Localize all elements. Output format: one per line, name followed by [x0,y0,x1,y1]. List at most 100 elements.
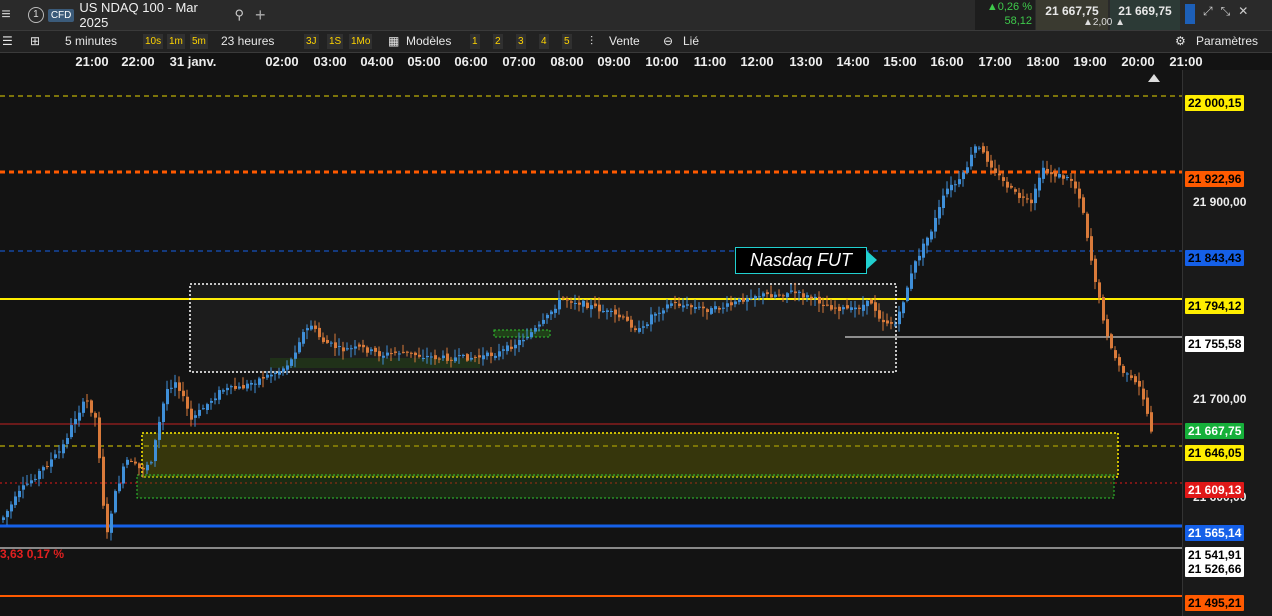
price-label: 21 700,00 [1193,392,1247,406]
time-tick: 19:00 [1073,54,1107,69]
candle-body [434,355,437,360]
candle-body [246,383,249,389]
layout-1[interactable]: 1 [470,34,480,49]
candle-body [710,308,713,314]
time-tick: 13:00 [789,54,823,69]
candle-body [594,303,597,307]
quick-10s[interactable]: 10s [143,34,164,49]
candle-body [446,353,449,361]
candle-body [370,349,373,352]
expand-icon[interactable]: ⤢ [1203,4,1213,24]
candle-body [806,295,809,298]
candle-body [786,293,789,298]
zone-box [141,432,1119,478]
candle-body [342,347,345,352]
candle-body [582,300,585,307]
chart-canvas[interactable] [0,70,1182,616]
link-icon[interactable]: ⊖ [663,33,673,50]
candle-body [502,349,505,351]
candle-body [538,324,541,327]
menu-icon[interactable]: ≡ [0,5,12,25]
collapse-icon[interactable]: ⤡ [1221,4,1231,24]
candle-body [198,409,201,416]
layout-3[interactable]: 3 [516,34,526,49]
settings-button[interactable]: Paramètres [1196,33,1258,50]
candle-body [606,310,609,312]
chart-annotation[interactable]: Nasdaq FUT [735,247,877,274]
time-tick: 07:00 [502,54,536,69]
candle-body [106,503,109,533]
candle-body [182,390,185,397]
candle-body [762,293,765,297]
quick-1m[interactable]: 1m [167,34,185,49]
models-button[interactable]: Modèles [406,33,451,50]
candle-body [1150,412,1153,432]
change-abs: 58,12 [1004,15,1032,27]
toolbar-menu-icon[interactable]: ☰ [2,33,13,50]
candle-body [26,483,29,485]
candle-body [302,332,305,344]
candle-body [1078,188,1081,199]
candles-icon[interactable]: ⫶ [590,33,593,50]
left-partial-label: 3,63 0,17 % [0,547,65,561]
candle-body [834,307,837,309]
interval-select[interactable]: 5 minutes [65,33,117,50]
candle-body [2,517,5,520]
candle-body [626,316,629,321]
candle-body [1110,334,1113,349]
range-select[interactable]: 23 heures [221,33,274,50]
candle-body [778,294,781,296]
quick-1mo[interactable]: 1Mo [349,34,373,49]
settings-icon[interactable]: ⚙ [1175,33,1186,50]
candle-body [1010,185,1013,188]
linked-button[interactable]: Lié [683,33,699,50]
candle-body [46,466,49,468]
candle-body [990,160,993,168]
candle-body [38,470,41,480]
quick-3j[interactable]: 3J [304,34,319,49]
price-axis[interactable]: 22 000,15 21 922,96 21 900,00 21 843,43 21 7… [1182,70,1272,616]
layout-icon[interactable]: ⊞ [30,33,40,50]
color-tag-icon[interactable] [1185,4,1195,24]
price-label: 21 646,05 [1185,445,1245,461]
time-tick: 08:00 [550,54,584,69]
candle-body [614,309,617,315]
add-tab-icon[interactable]: + [255,3,266,27]
close-icon[interactable]: ✕ [1238,4,1248,24]
time-tick: 02:00 [265,54,299,69]
layout-2[interactable]: 2 [493,34,503,49]
candle-body [442,355,445,359]
candle-body [746,298,749,302]
quick-5m[interactable]: 5m [190,34,208,49]
candle-body [774,294,777,298]
instrument-tab[interactable]: 1 CFD US NDAQ 100 - Mar 2025 ⚲ [24,0,244,30]
candle-body [486,352,489,357]
candle-body [854,307,857,310]
candle-body [950,184,953,191]
candle-body [1022,196,1025,198]
candle-body [306,328,309,331]
candle-body [1126,373,1129,375]
candle-body [310,325,313,330]
candle-body [770,294,773,298]
candle-body [214,398,217,401]
candle-body [602,311,605,313]
candle-body [206,404,209,411]
price-chart[interactable]: Nasdaq FUT 3,63 0,17 % [0,70,1182,616]
candle-body [358,344,361,347]
layout-5[interactable]: 5 [562,34,572,49]
candle-body [42,467,45,471]
search-icon[interactable]: ⚲ [234,7,244,23]
price-label: 21 755,58 [1185,336,1245,352]
candle-body [826,304,829,306]
candle-body [866,300,869,307]
candle-body [262,377,265,379]
quick-1s[interactable]: 1S [327,34,344,49]
layout-4[interactable]: 4 [539,34,549,49]
models-icon[interactable]: ▦ [388,33,399,50]
candle-body [322,337,325,342]
candle-body [494,355,497,358]
sell-button[interactable]: Vente [609,33,640,50]
tab-number: 1 [28,7,44,23]
candle-body [934,217,937,232]
